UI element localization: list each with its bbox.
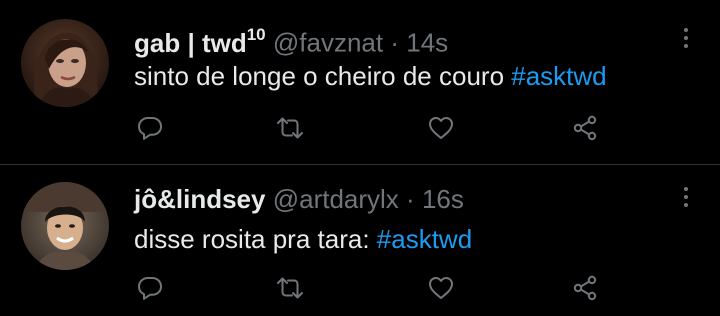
like-icon [429, 117, 453, 139]
hashtag-link[interactable]: #asktwd [511, 61, 606, 91]
tweet[interactable]: gab | twd10 @favznat · 14s sinto de long… [0, 0, 720, 164]
like-button[interactable] [427, 114, 455, 142]
share-icon [573, 275, 597, 301]
separator: · [390, 27, 400, 58]
tweet-actions [136, 274, 616, 302]
avatar[interactable] [21, 182, 109, 270]
tweet-text-content: sinto de longe o cheiro de couro [134, 61, 512, 91]
timestamp[interactable]: 14s [406, 28, 448, 58]
reply-icon [138, 117, 162, 140]
more-options-icon[interactable] [683, 28, 689, 52]
reply-icon [138, 277, 162, 300]
more-options-icon[interactable] [683, 187, 689, 211]
tweet-actions [136, 114, 616, 142]
avatar[interactable] [21, 19, 109, 107]
tweet-text-content: disse rosita pra tara: [134, 224, 377, 254]
tweet-header: gab | twd10 @favznat · 14s [134, 22, 448, 58]
tweet-header: jô&lindsey @artdarylx · 16s [134, 184, 464, 214]
reply-button[interactable] [136, 274, 164, 302]
tweet-text: disse rosita pra tara: #asktwd [134, 224, 472, 254]
tweet[interactable]: jô&lindsey @artdarylx · 16s disse rosita… [0, 165, 720, 316]
retweet-icon [277, 117, 303, 139]
share-button[interactable] [571, 274, 599, 302]
timestamp[interactable]: 16s [422, 184, 464, 214]
share-button[interactable] [571, 114, 599, 142]
display-name-superscript: 10 [246, 25, 266, 44]
tweet-text: sinto de longe o cheiro de couro #asktwd [134, 61, 607, 91]
hashtag-link[interactable]: #asktwd [377, 224, 472, 254]
retweet-button[interactable] [276, 274, 304, 302]
separator: · [406, 184, 415, 214]
like-icon [429, 277, 453, 299]
like-button[interactable] [427, 274, 455, 302]
reply-button[interactable] [136, 114, 164, 142]
retweet-button[interactable] [276, 114, 304, 142]
retweet-icon [277, 277, 303, 299]
handle[interactable]: @favznat [273, 28, 383, 58]
display-name[interactable]: gab | twd10 [134, 25, 266, 58]
share-icon [573, 115, 597, 141]
display-name[interactable]: jô&lindsey [134, 184, 265, 214]
handle[interactable]: @artdarylx [273, 184, 399, 214]
